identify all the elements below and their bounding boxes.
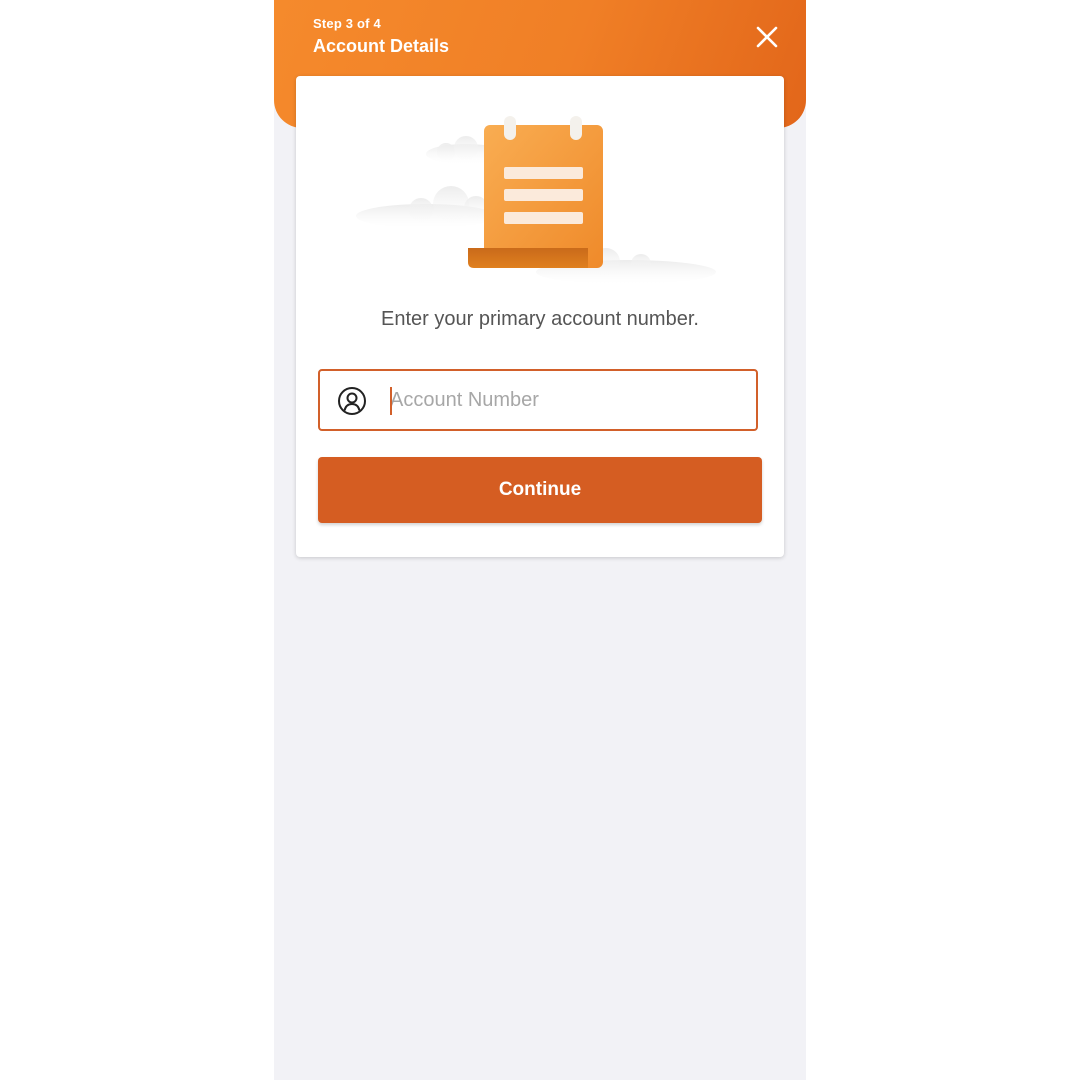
- close-icon[interactable]: [750, 20, 784, 54]
- page-title: Account Details: [313, 36, 450, 56]
- user-circle-icon: [338, 387, 366, 415]
- account-number-field[interactable]: [318, 369, 758, 431]
- account-details-card: Enter your primary account number. Conti…: [296, 76, 784, 557]
- app-screen: Step 3 of 4 Account Details Enter your p…: [274, 0, 806, 1080]
- continue-button[interactable]: Continue: [318, 457, 762, 523]
- text-caret: [390, 387, 392, 415]
- account-number-input[interactable]: [390, 381, 740, 419]
- instruction-text: Enter your primary account number.: [381, 308, 699, 330]
- notepad-document-icon: [356, 116, 716, 284]
- step-indicator: Step 3 of 4: [313, 16, 381, 31]
